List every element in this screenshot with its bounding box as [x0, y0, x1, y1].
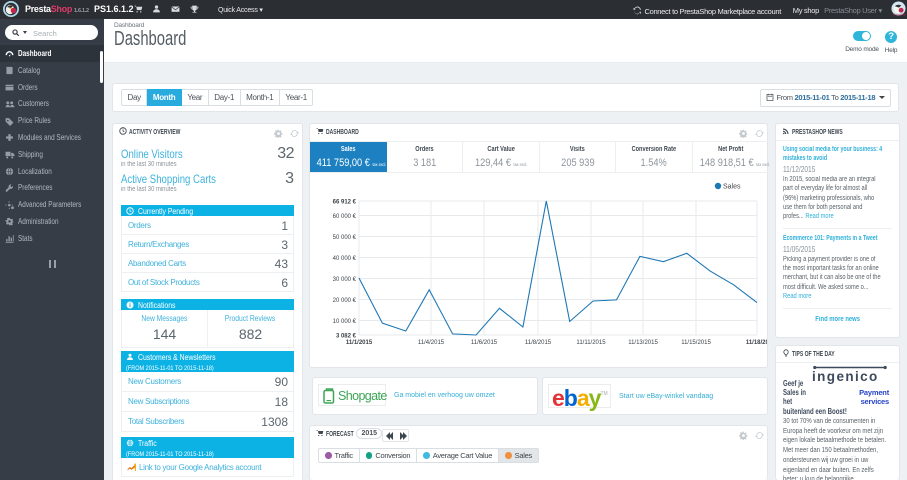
svg-text:11/15/2015: 11/15/2015 [681, 340, 711, 346]
svg-text:20 000 €: 20 000 € [333, 298, 357, 304]
svg-text:11/4/2015: 11/4/2015 [418, 340, 445, 346]
svg-text:11/11/2015: 11/11/2015 [576, 340, 606, 346]
svg-text:3 082 €: 3 082 € [336, 334, 357, 340]
svg-text:11/1/2015: 11/1/2015 [346, 340, 373, 346]
svg-text:40 000 €: 40 000 € [333, 256, 357, 262]
svg-text:10 000 €: 10 000 € [333, 319, 357, 325]
svg-text:30 000 €: 30 000 € [333, 277, 357, 283]
svg-text:50 000 €: 50 000 € [333, 235, 357, 241]
svg-text:11/6/2015: 11/6/2015 [471, 340, 498, 346]
svg-text:11/18/201: 11/18/201 [746, 340, 767, 346]
svg-text:60 000 €: 60 000 € [333, 214, 357, 220]
svg-text:11/13/2015: 11/13/2015 [628, 340, 658, 346]
svg-text:11/8/2015: 11/8/2015 [525, 340, 552, 346]
svg-text:Sales: Sales [723, 184, 741, 191]
svg-text:66 912 €: 66 912 € [333, 200, 357, 206]
svg-text:PrestaShop: PrestaShop [893, 13, 906, 16]
